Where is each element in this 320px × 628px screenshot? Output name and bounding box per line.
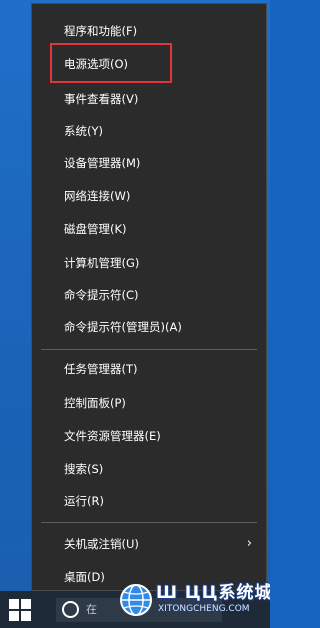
- menu-item-label: 网络连接(W): [64, 189, 131, 203]
- watermark-subtitle: XITONGCHENG.COM: [158, 604, 250, 614]
- search-placeholder: 在: [86, 603, 97, 616]
- menu-item-label: 电源选项(O): [64, 57, 129, 71]
- site-watermark: Ш ЦЦ系统城 XITONGCHENG.COM: [118, 572, 270, 626]
- menu-item-label: 搜索(S): [64, 462, 104, 476]
- menu-item-label: 控制面板(P): [64, 396, 126, 410]
- menu-item-label: 关机或注销(U): [64, 537, 139, 551]
- menu-item-system[interactable]: 系统(Y): [32, 116, 266, 146]
- menu-item-programs-features[interactable]: 程序和功能(F): [32, 16, 266, 46]
- menu-item-task-manager[interactable]: 任务管理器(T): [32, 354, 266, 384]
- menu-item-label: 磁盘管理(K): [64, 222, 127, 236]
- menu-item-shutdown-signout[interactable]: 关机或注销(U) ›: [32, 529, 266, 559]
- desktop: 程序和功能(F) 电源选项(O) 事件查看器(V) 系统(Y) 设备管理器(M)…: [0, 0, 270, 628]
- menu-item-command-prompt[interactable]: 命令提示符(C): [32, 280, 266, 310]
- menu-item-file-explorer[interactable]: 文件资源管理器(E): [32, 421, 266, 451]
- menu-item-label: 任务管理器(T): [64, 362, 138, 376]
- menu-item-label: 事件查看器(V): [64, 92, 139, 106]
- menu-item-network-connections[interactable]: 网络连接(W): [32, 181, 266, 211]
- menu-item-label: 命令提示符(C): [64, 288, 139, 302]
- menu-item-search[interactable]: 搜索(S): [32, 454, 266, 484]
- menu-item-disk-management[interactable]: 磁盘管理(K): [32, 214, 266, 244]
- menu-item-label: 计算机管理(G): [64, 256, 140, 270]
- menu-item-run[interactable]: 运行(R): [32, 486, 266, 516]
- menu-item-computer-management[interactable]: 计算机管理(G): [32, 248, 266, 278]
- menu-item-label: 系统(Y): [64, 124, 103, 138]
- winx-context-menu: 程序和功能(F) 电源选项(O) 事件查看器(V) 系统(Y) 设备管理器(M)…: [31, 3, 267, 591]
- menu-item-label: 文件资源管理器(E): [64, 429, 161, 443]
- windows-start-icon[interactable]: [9, 599, 31, 621]
- chevron-right-icon: ›: [246, 536, 252, 551]
- menu-separator: [41, 522, 257, 523]
- menu-item-label: 设备管理器(M): [64, 156, 141, 170]
- menu-item-power-options[interactable]: 电源选项(O): [32, 49, 266, 79]
- globe-logo-icon: [120, 584, 152, 616]
- watermark-title: Ш ЦЦ系统城: [156, 583, 270, 603]
- menu-item-control-panel[interactable]: 控制面板(P): [32, 388, 266, 418]
- menu-item-label: 程序和功能(F): [64, 24, 138, 38]
- menu-item-label: 运行(R): [64, 494, 104, 508]
- menu-item-event-viewer[interactable]: 事件查看器(V): [32, 84, 266, 114]
- menu-item-label: 命令提示符(管理员)(A): [64, 320, 182, 334]
- menu-item-device-manager[interactable]: 设备管理器(M): [32, 148, 266, 178]
- menu-separator: [41, 349, 257, 350]
- menu-item-command-prompt-admin[interactable]: 命令提示符(管理员)(A): [32, 312, 266, 342]
- cortana-icon: [62, 601, 79, 618]
- menu-item-label: 桌面(D): [64, 570, 105, 584]
